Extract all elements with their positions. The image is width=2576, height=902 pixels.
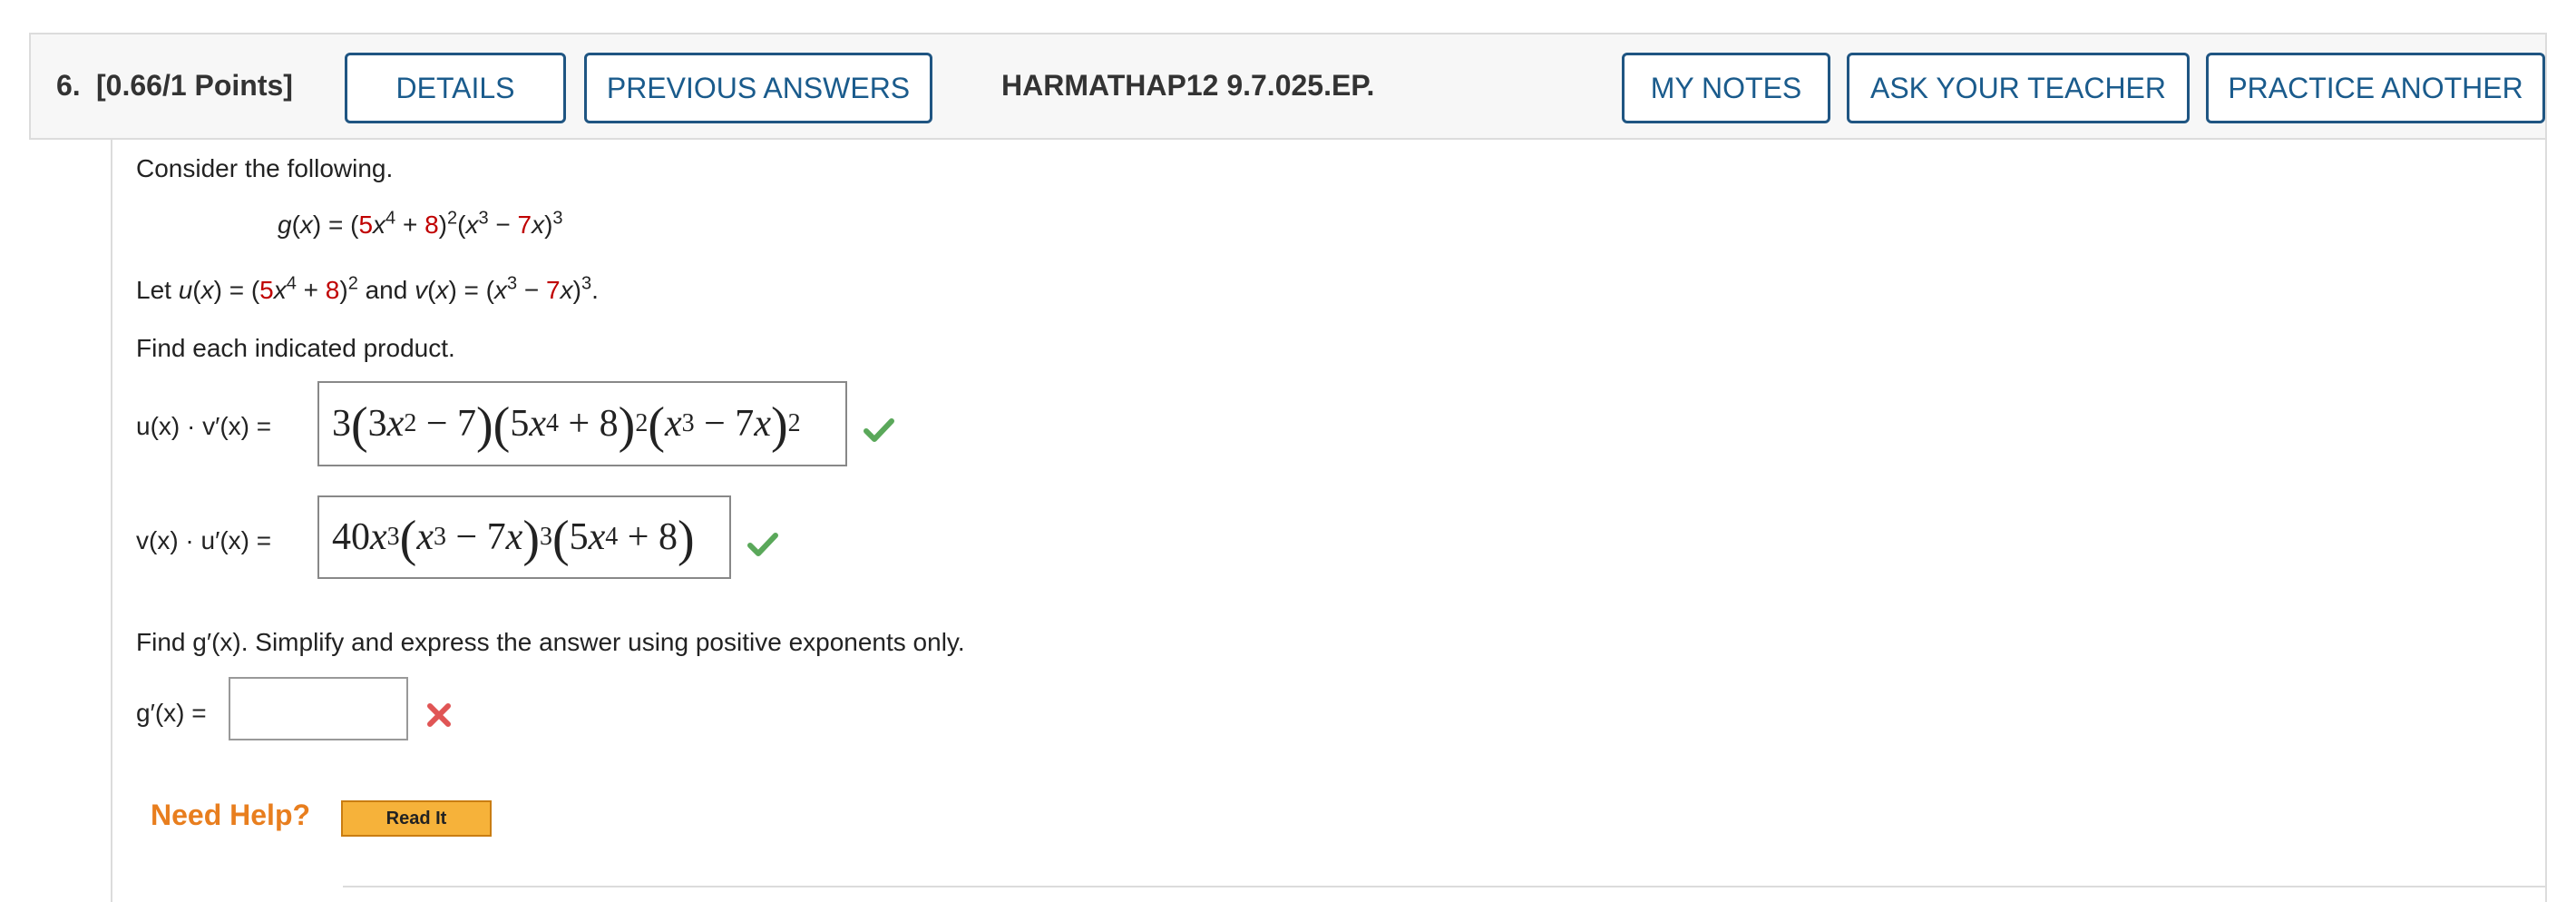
ask-your-teacher-button[interactable]: ASK YOUR TEACHER <box>1847 53 2190 123</box>
find-gprime-text: Find g′(x). Simplify and express the ans… <box>136 628 965 656</box>
checkmark-icon <box>864 417 894 447</box>
read-it-button[interactable]: Read It <box>341 800 492 837</box>
find-product-text: Find each indicated product. <box>136 334 455 362</box>
gprime-input[interactable] <box>229 677 408 740</box>
intro-text: Consider the following. <box>136 154 394 182</box>
need-help-label: Need Help? <box>151 799 311 831</box>
gprime-label: g′(x) = <box>136 699 207 727</box>
question-reference: HARMATHAP12 9.7.025.EP. <box>1001 69 1375 102</box>
previous-answers-button[interactable]: PREVIOUS ANSWERS <box>584 53 932 123</box>
question-number: 6. <box>56 69 81 102</box>
my-notes-button[interactable]: MY NOTES <box>1622 53 1830 123</box>
divider <box>343 886 2547 887</box>
question-header: 6. [0.66/1 Points] DETAILS PREVIOUS ANSW… <box>29 33 2547 140</box>
checkmark-icon <box>747 532 778 562</box>
practice-another-button[interactable]: PRACTICE ANOTHER <box>2206 53 2545 123</box>
uv-prime-label: u(x) · v′(x) = <box>136 412 272 440</box>
uv-prime-answer[interactable]: 3(3 x 2 − 7)(5 x 4 + 8) 2(x 3 − 7 x) 2 <box>317 381 847 466</box>
details-button[interactable]: DETAILS <box>345 53 566 123</box>
let-definitions: Let u(x) = (5x4 + 8)2 and v(x) = (x3 − 7… <box>136 273 599 304</box>
vu-prime-label: v(x) · u′(x) = <box>136 526 272 554</box>
function-definition: g(x) = (5x4 + 8)2(x3 − 7x)3 <box>278 208 563 239</box>
cross-icon <box>426 702 452 732</box>
vu-prime-answer[interactable]: 40 x 3(x 3 − 7 x) 3(5 x 4 + 8) <box>317 495 731 579</box>
question-points: [0.66/1 Points] <box>96 69 293 102</box>
